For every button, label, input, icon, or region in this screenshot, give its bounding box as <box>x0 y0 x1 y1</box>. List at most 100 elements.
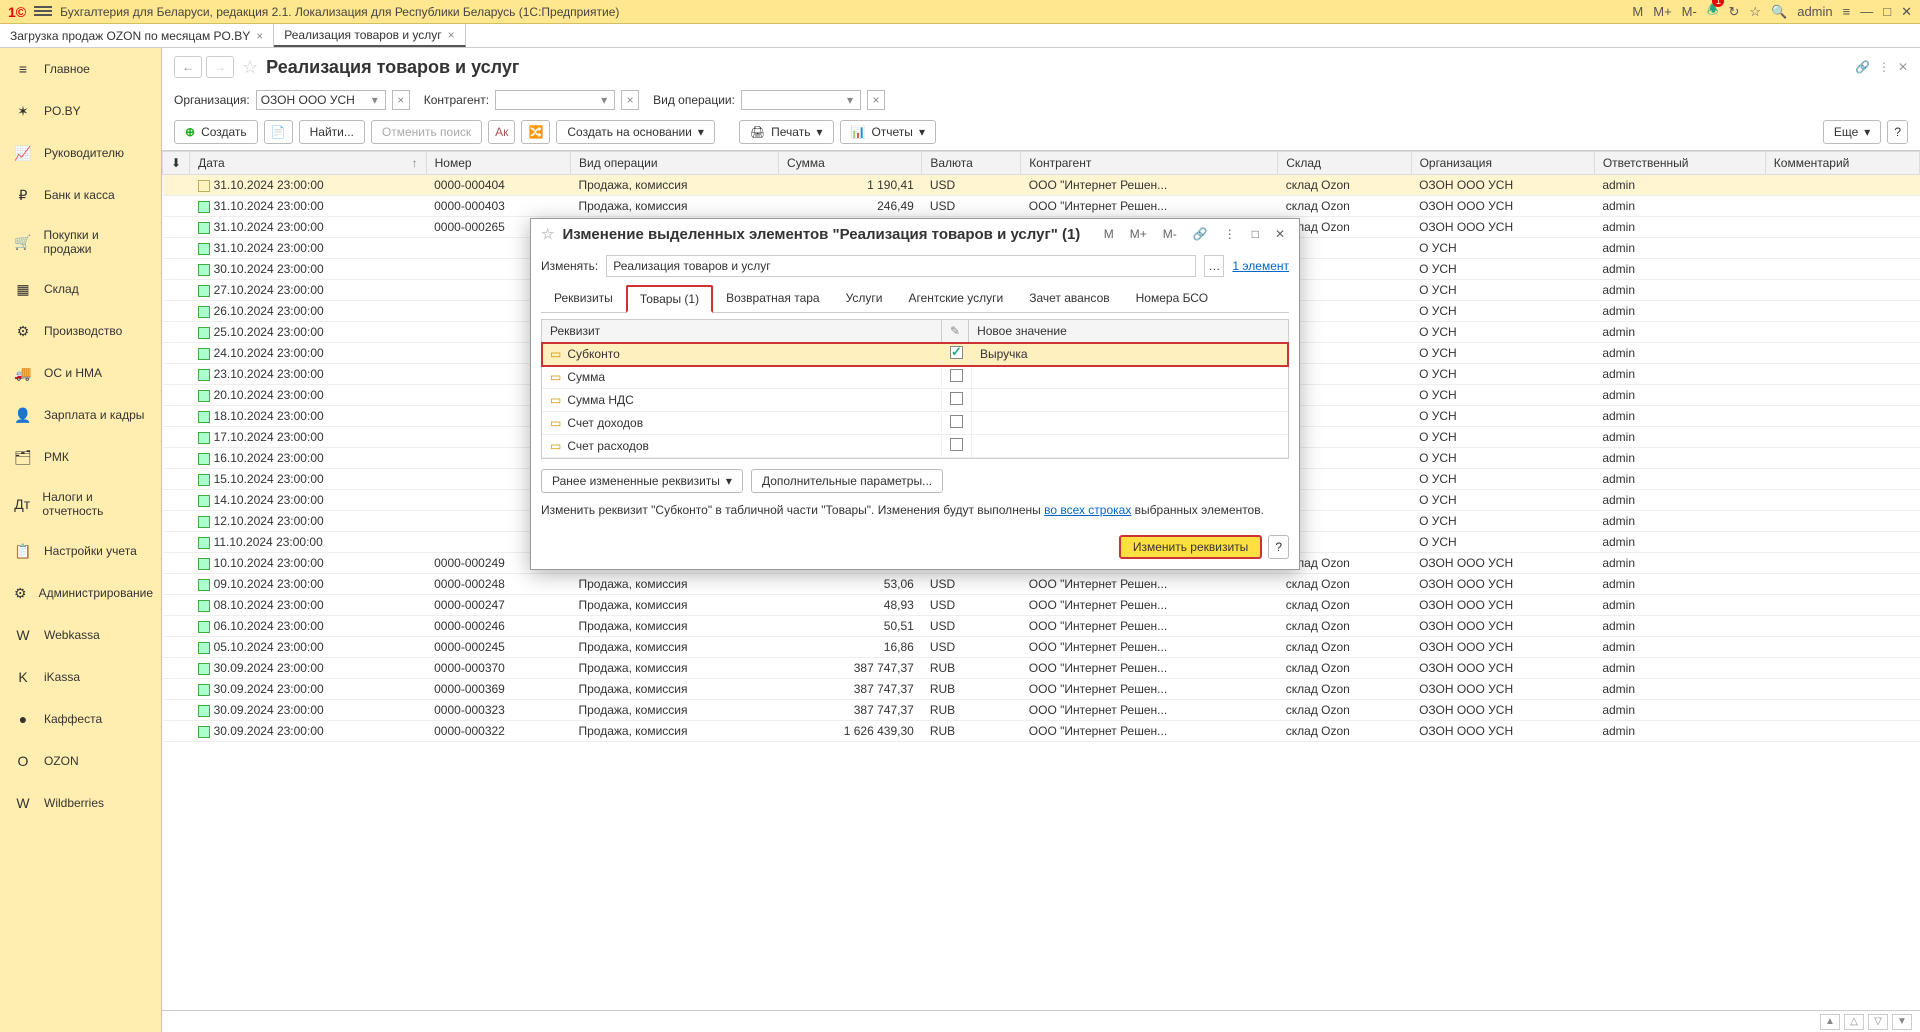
vid-clear[interactable]: × <box>867 90 885 110</box>
col-9[interactable]: Комментарий <box>1765 152 1919 175</box>
reports-button[interactable]: 📊 Отчеты ▾ <box>840 120 936 144</box>
change-select-button[interactable]: … <box>1204 255 1224 277</box>
forward-button[interactable]: → <box>206 56 234 78</box>
dk-button[interactable]: Ак <box>488 120 515 144</box>
col-1[interactable]: Номер <box>426 152 570 175</box>
sidebar-item-1[interactable]: ✶PO.BY <box>0 90 161 132</box>
props-row[interactable]: ▭Счет расходов <box>542 435 1288 458</box>
checkbox[interactable] <box>950 438 963 451</box>
modal-m[interactable]: M <box>1100 227 1118 241</box>
star-icon[interactable]: ☆ <box>242 57 258 78</box>
table-row[interactable]: 31.10.2024 23:00:000000-000404Продажа, к… <box>163 175 1920 196</box>
props-row[interactable]: ▭Сумма <box>542 366 1288 389</box>
col-0[interactable]: Дата ↑ <box>190 152 427 175</box>
modal-link-icon[interactable]: 🔗 <box>1189 227 1212 241</box>
sidebar-item-16[interactable]: OOZON <box>0 740 161 782</box>
table-row[interactable]: 30.09.2024 23:00:000000-000369Продажа, к… <box>163 679 1920 700</box>
search-icon[interactable]: 🔍 <box>1771 4 1787 20</box>
checkbox[interactable] <box>950 415 963 428</box>
tab-close-icon[interactable]: × <box>448 28 455 42</box>
modal-more-icon[interactable]: ⋮ <box>1220 227 1240 241</box>
favorites-icon[interactable]: ☆ <box>1749 4 1761 20</box>
sidebar-item-15[interactable]: ●Каффеста <box>0 698 161 740</box>
more-icon[interactable]: ⋮ <box>1878 60 1890 74</box>
col-5[interactable]: Контрагент <box>1021 152 1278 175</box>
more-button[interactable]: Еще ▾ <box>1823 120 1881 144</box>
sidebar-item-10[interactable]: ДтНалоги и отчетность <box>0 478 161 530</box>
modal-maximize-icon[interactable]: □ <box>1248 227 1263 241</box>
sidebar-item-7[interactable]: 🚚ОС и НМА <box>0 352 161 394</box>
sidebar-item-9[interactable]: 🗂РМК <box>0 436 161 478</box>
maximize-icon[interactable]: □ <box>1883 4 1891 19</box>
back-button[interactable]: ← <box>174 56 202 78</box>
memory-m[interactable]: M <box>1632 4 1643 19</box>
col-3[interactable]: Сумма <box>779 152 922 175</box>
close-page-icon[interactable]: ✕ <box>1898 60 1908 74</box>
user-label[interactable]: admin <box>1797 4 1832 19</box>
sidebar-item-5[interactable]: ▦Склад <box>0 268 161 310</box>
print-button[interactable]: 🖨 Печать ▾ <box>739 120 834 144</box>
table-row[interactable]: 31.10.2024 23:00:000000-000403Продажа, к… <box>163 196 1920 217</box>
props-row[interactable]: ▭Сумма НДС <box>542 389 1288 412</box>
modal-tab-2[interactable]: Возвратная тара <box>713 285 833 312</box>
modal-tab-5[interactable]: Зачет авансов <box>1016 285 1122 312</box>
col-7[interactable]: Организация <box>1411 152 1594 175</box>
modal-help-button[interactable]: ? <box>1268 535 1289 559</box>
col-4[interactable]: Валюта <box>922 152 1021 175</box>
notifications-icon[interactable]: 🕭 <box>1707 1 1719 23</box>
col-2[interactable]: Вид операции <box>571 152 779 175</box>
link-icon[interactable]: 🔗 <box>1855 60 1870 74</box>
help-button[interactable]: ? <box>1887 120 1908 144</box>
minimize-icon[interactable]: — <box>1860 4 1873 19</box>
modal-star-icon[interactable]: ☆ <box>541 225 554 243</box>
props-row[interactable]: ▭Счет доходов <box>542 412 1288 435</box>
sidebar-item-6[interactable]: ⚙Производство <box>0 310 161 352</box>
sidebar-item-14[interactable]: KiKassa <box>0 656 161 698</box>
table-row[interactable]: 09.10.2024 23:00:000000-000248Продажа, к… <box>163 574 1920 595</box>
modal-mplus[interactable]: M+ <box>1126 227 1151 241</box>
col-6[interactable]: Склад <box>1278 152 1411 175</box>
history-icon[interactable]: ↻ <box>1728 4 1739 20</box>
scroll-top[interactable]: ▲ <box>1820 1014 1840 1030</box>
checkbox[interactable] <box>950 369 963 382</box>
modal-tab-1[interactable]: Товары (1) <box>626 285 713 313</box>
modal-mminus[interactable]: M- <box>1159 227 1181 241</box>
sidebar-item-2[interactable]: 📈Руководителю <box>0 132 161 174</box>
modal-tab-0[interactable]: Реквизиты <box>541 285 626 312</box>
checkbox[interactable] <box>950 346 963 359</box>
settings-icon[interactable]: ≡ <box>1843 4 1851 19</box>
sidebar-item-3[interactable]: ₽Банк и касса <box>0 174 161 216</box>
memory-mminus[interactable]: M- <box>1682 4 1697 19</box>
apply-button[interactable]: Изменить реквизиты <box>1119 535 1262 559</box>
col-marker[interactable]: ⬇ <box>163 152 190 175</box>
col-8[interactable]: Ответственный <box>1594 152 1765 175</box>
scroll-up[interactable]: △ <box>1844 1014 1864 1030</box>
menu-icon[interactable] <box>34 6 52 18</box>
extra-params-button[interactable]: Дополнительные параметры... <box>751 469 943 493</box>
scroll-down[interactable]: ▽ <box>1868 1014 1888 1030</box>
scroll-bottom[interactable]: ▼ <box>1892 1014 1912 1030</box>
sidebar-item-4[interactable]: 🛒Покупки и продажи <box>0 216 161 268</box>
sidebar-item-17[interactable]: WWildberries <box>0 782 161 824</box>
modal-tab-3[interactable]: Услуги <box>833 285 896 312</box>
modal-close-icon[interactable]: ✕ <box>1271 227 1289 241</box>
sidebar-item-13[interactable]: WWebkassa <box>0 614 161 656</box>
create-button[interactable]: ⊕Создать <box>174 120 258 144</box>
org-combo[interactable]: ОЗОН ООО УСН▾ <box>256 90 386 110</box>
tab-0[interactable]: Загрузка продаж OZON по месяцам PO.BY× <box>0 24 274 47</box>
sidebar-item-0[interactable]: ≡Главное <box>0 48 161 90</box>
contr-combo[interactable]: ▾ <box>495 90 615 110</box>
modal-tab-6[interactable]: Номера БСО <box>1123 285 1221 312</box>
change-input[interactable]: Реализация товаров и услуг <box>606 255 1196 277</box>
tab-1[interactable]: Реализация товаров и услуг× <box>274 24 465 47</box>
create-based-button[interactable]: Создать на основании ▾ <box>556 120 715 144</box>
close-app-icon[interactable]: ✕ <box>1901 4 1912 20</box>
sidebar-item-8[interactable]: 👤Зарплата и кадры <box>0 394 161 436</box>
prev-changed-button[interactable]: Ранее измененные реквизиты ▾ <box>541 469 743 493</box>
table-row[interactable]: 30.09.2024 23:00:000000-000323Продажа, к… <box>163 700 1920 721</box>
table-row[interactable]: 06.10.2024 23:00:000000-000246Продажа, к… <box>163 616 1920 637</box>
all-rows-link[interactable]: во всех строках <box>1044 503 1131 517</box>
vid-combo[interactable]: ▾ <box>741 90 861 110</box>
table-row[interactable]: 30.09.2024 23:00:000000-000322Продажа, к… <box>163 721 1920 742</box>
table-row[interactable]: 30.09.2024 23:00:000000-000370Продажа, к… <box>163 658 1920 679</box>
